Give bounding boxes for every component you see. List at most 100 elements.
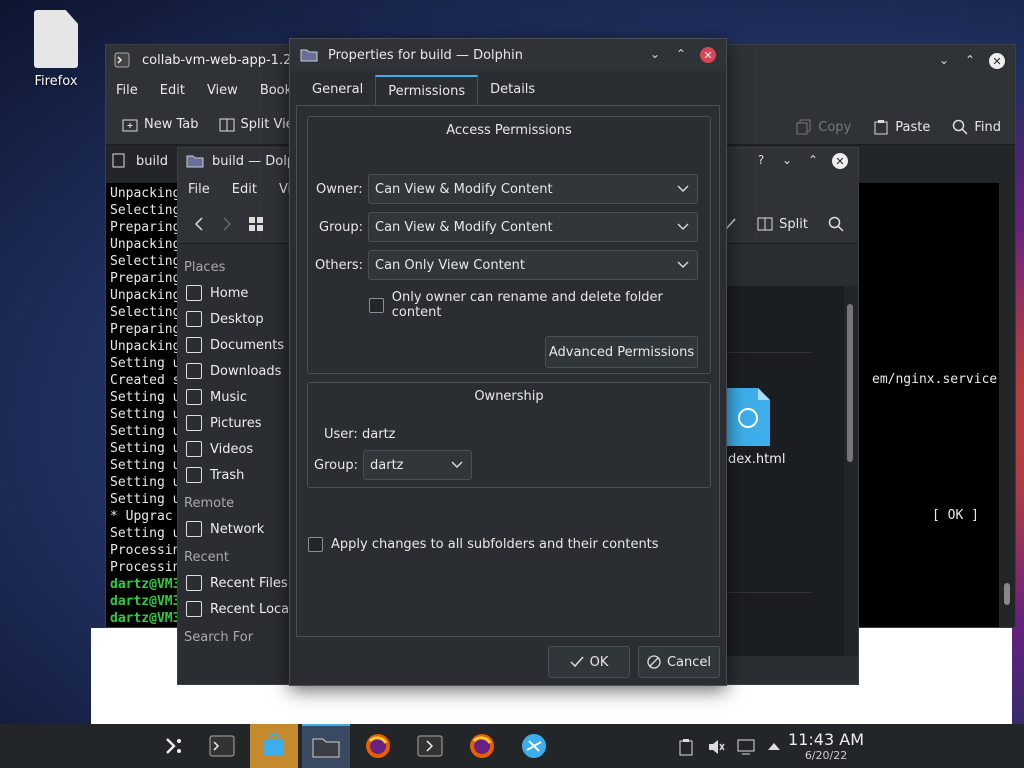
user-label: User: <box>324 427 358 442</box>
folder-icon <box>300 48 318 62</box>
group-select[interactable]: Can View & Modify Content <box>368 212 698 242</box>
checkbox-box[interactable] <box>308 537 323 552</box>
menu-edit[interactable]: Edit <box>160 83 185 98</box>
split-button[interactable]: Split <box>757 216 808 232</box>
cancel-button[interactable]: Cancel <box>638 646 720 678</box>
remote-header: Remote <box>184 496 235 511</box>
task-firefox-2[interactable] <box>458 724 506 768</box>
html-file-icon[interactable] <box>726 388 770 446</box>
tab-general[interactable]: General <box>300 75 375 105</box>
places-list: Home Desktop Documents Downloads Music Pictur… <box>178 280 290 488</box>
new-tab-button[interactable]: New Tab <box>122 117 199 133</box>
others-select[interactable]: Can Only View Content <box>368 250 698 280</box>
ok-button[interactable]: OK <box>548 646 630 678</box>
cancel-icon <box>647 655 661 669</box>
maximize-button[interactable]: ⌃ <box>674 47 688 61</box>
task-dolphin[interactable] <box>302 724 350 768</box>
task-network-app[interactable] <box>510 724 558 768</box>
scrollbar-thumb[interactable] <box>847 304 853 462</box>
advanced-permissions-button[interactable]: Advanced Permissions <box>545 336 698 368</box>
place-pictures[interactable]: Pictures <box>178 410 290 436</box>
terminal-tab-label[interactable]: build <box>136 154 168 169</box>
place-trash[interactable]: Trash <box>178 462 290 488</box>
close-button[interactable]: ✕ <box>700 47 716 63</box>
close-button[interactable]: ✕ <box>832 153 848 169</box>
minimize-button[interactable]: ⌄ <box>648 47 662 61</box>
menu-file[interactable]: File <box>116 83 138 98</box>
recent-recent-locati[interactable]: Recent Locati <box>178 596 290 622</box>
place-home[interactable]: Home <box>178 280 290 306</box>
place-label: Documents <box>210 337 285 353</box>
places-panel: Places Home Desktop Documents Downloads Musi… <box>178 252 290 684</box>
split-view-button[interactable]: Split Vie <box>219 117 294 133</box>
close-button[interactable]: ✕ <box>989 53 1005 69</box>
group-select-value: Can View & Modify Content <box>375 219 553 235</box>
trash-icon <box>186 467 202 483</box>
maximize-button[interactable]: ⌃ <box>806 153 820 167</box>
chevron-up-icon[interactable] <box>767 740 781 752</box>
terminal-scrollbar[interactable] <box>999 183 1015 627</box>
volume-muted-icon[interactable] <box>707 738 725 756</box>
minimize-button[interactable]: ⌄ <box>780 153 794 167</box>
app-launcher-button[interactable] <box>150 724 198 768</box>
clipboard-icon[interactable] <box>678 738 694 756</box>
forward-icon[interactable] <box>220 216 234 232</box>
remote-network[interactable]: Network <box>178 516 290 542</box>
user-value: dartz <box>362 427 396 442</box>
desktop-icon-firefox[interactable]: Firefox <box>20 8 92 98</box>
task-firefox[interactable] <box>354 724 402 768</box>
clock[interactable]: 11:43 AM 6/20/22 <box>788 730 864 762</box>
view-mode-icon[interactable] <box>248 216 264 232</box>
split-view-label: Split Vie <box>240 117 294 132</box>
only-owner-checkbox[interactable]: Only owner can rename and delete folder … <box>369 290 710 320</box>
ownership-group-select[interactable]: dartz <box>363 450 472 480</box>
terminal-window-buttons: ⌄ ⌃ ✕ <box>937 53 1005 69</box>
copy-button[interactable]: Copy <box>796 119 851 135</box>
file-label[interactable]: dex.html <box>728 452 785 467</box>
place-videos[interactable]: Videos <box>178 436 290 462</box>
tab-details[interactable]: Details <box>478 75 547 105</box>
terminal-icon <box>209 735 235 757</box>
help-button[interactable]: ? <box>754 153 768 167</box>
minimize-button[interactable]: ⌄ <box>937 53 951 67</box>
task-terminal-2[interactable] <box>406 724 454 768</box>
place-documents[interactable]: Documents <box>178 332 290 358</box>
search-for-header: Search For <box>184 630 254 645</box>
file-view-scrollbar[interactable] <box>844 286 858 656</box>
only-owner-label: Only owner can rename and delete folder … <box>391 290 663 320</box>
menu-file[interactable]: File <box>188 182 210 197</box>
owner-select[interactable]: Can View & Modify Content <box>368 174 698 204</box>
apply-recursive-checkbox[interactable]: Apply changes to all subfolders and thei… <box>308 537 659 552</box>
others-select-value: Can Only View Content <box>375 257 526 273</box>
tab-permissions[interactable]: Permissions <box>375 75 479 105</box>
checkbox-box[interactable] <box>369 297 384 313</box>
recent-recent-files[interactable]: Recent Files <box>178 570 290 596</box>
properties-dialog[interactable]: Properties for build — Dolphin ⌄ ⌃ ✕ Gen… <box>289 38 727 686</box>
back-icon[interactable] <box>192 216 206 232</box>
paste-button[interactable]: Paste <box>873 119 930 135</box>
ownership-group-value: dartz <box>370 457 404 473</box>
recent-list: Recent Files Recent Locati <box>178 570 290 622</box>
paste-icon <box>873 119 889 135</box>
task-terminal[interactable] <box>198 724 246 768</box>
menu-edit[interactable]: Edit <box>232 182 257 197</box>
properties-tabs: General Permissions Details <box>300 75 547 105</box>
menu-view[interactable]: View <box>207 83 238 98</box>
place-desktop[interactable]: Desktop <box>178 306 290 332</box>
search-icon <box>952 119 968 135</box>
copy-label: Copy <box>818 119 852 135</box>
maximize-button[interactable]: ⌃ <box>963 53 977 67</box>
properties-window-buttons: ⌄ ⌃ ✕ <box>648 47 716 63</box>
scrollbar-thumb[interactable] <box>1004 583 1010 605</box>
terminal-icon <box>114 52 130 68</box>
place-label: Recent Files <box>210 575 288 591</box>
search-icon[interactable] <box>828 216 844 232</box>
network-icon[interactable] <box>737 738 755 756</box>
taskbar: 11:43 AM 6/20/22 <box>0 724 1024 768</box>
find-button[interactable]: Find <box>952 119 1001 135</box>
terminal-right-tools: Copy Paste Find <box>796 119 1001 135</box>
new-tab-label: New Tab <box>144 117 199 132</box>
place-music[interactable]: Music <box>178 384 290 410</box>
place-downloads[interactable]: Downloads <box>178 358 290 384</box>
task-discover[interactable] <box>250 724 298 768</box>
